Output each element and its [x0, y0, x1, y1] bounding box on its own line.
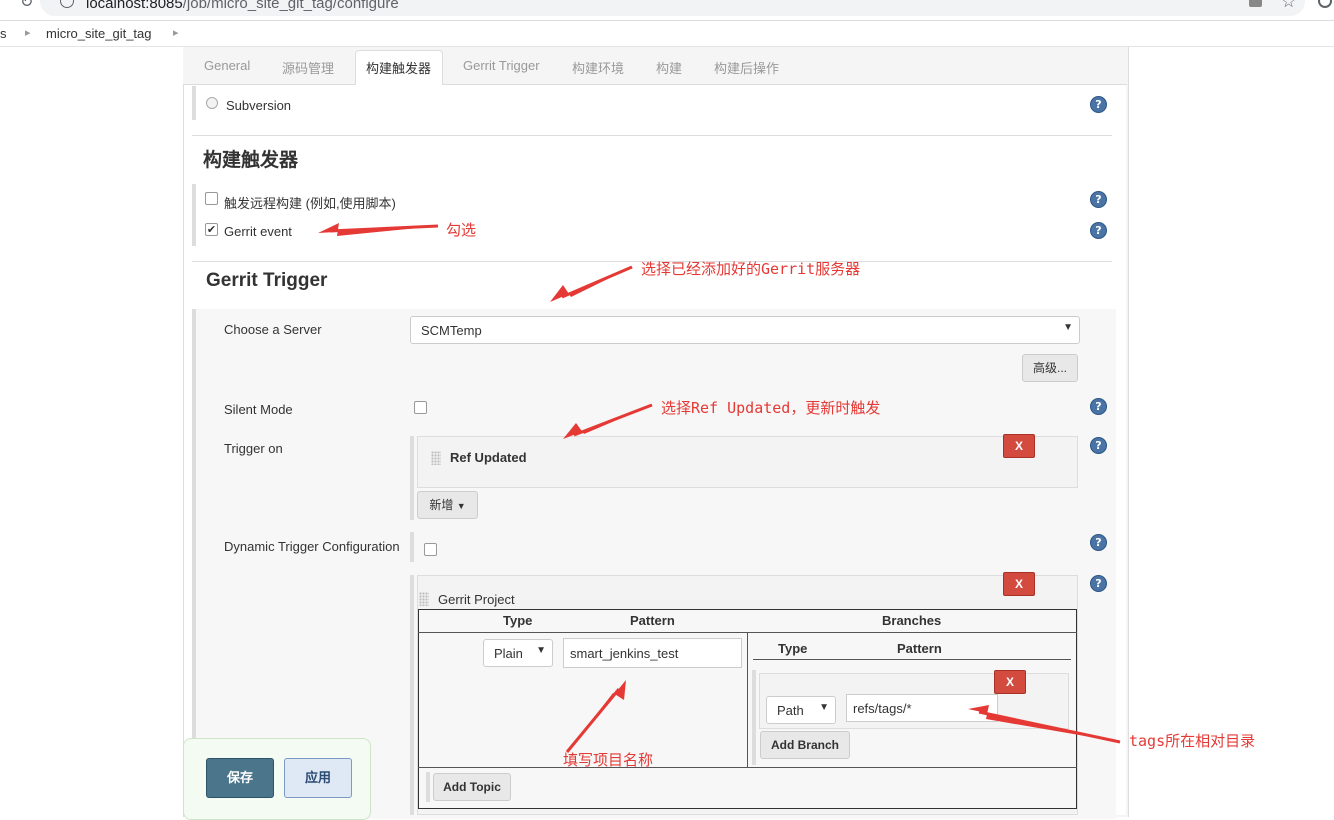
annotation-project-name: 填写项目名称 — [563, 751, 654, 769]
annotation-arrow-shaft — [565, 688, 621, 753]
annotation-select-server: 选择已经添加好的Gerrit服务器 — [641, 260, 861, 278]
annotation-arrow-shaft — [978, 710, 1121, 744]
annotation-arrow-shaft — [573, 403, 653, 437]
annotation-arrow-shaft — [561, 265, 633, 299]
annotation-tags-path: tags所在相对目录 — [1129, 732, 1256, 750]
annotation-check: 勾选 — [446, 221, 477, 239]
annotation-ref-updated: 选择Ref Updated，更新时触发 — [661, 399, 881, 417]
